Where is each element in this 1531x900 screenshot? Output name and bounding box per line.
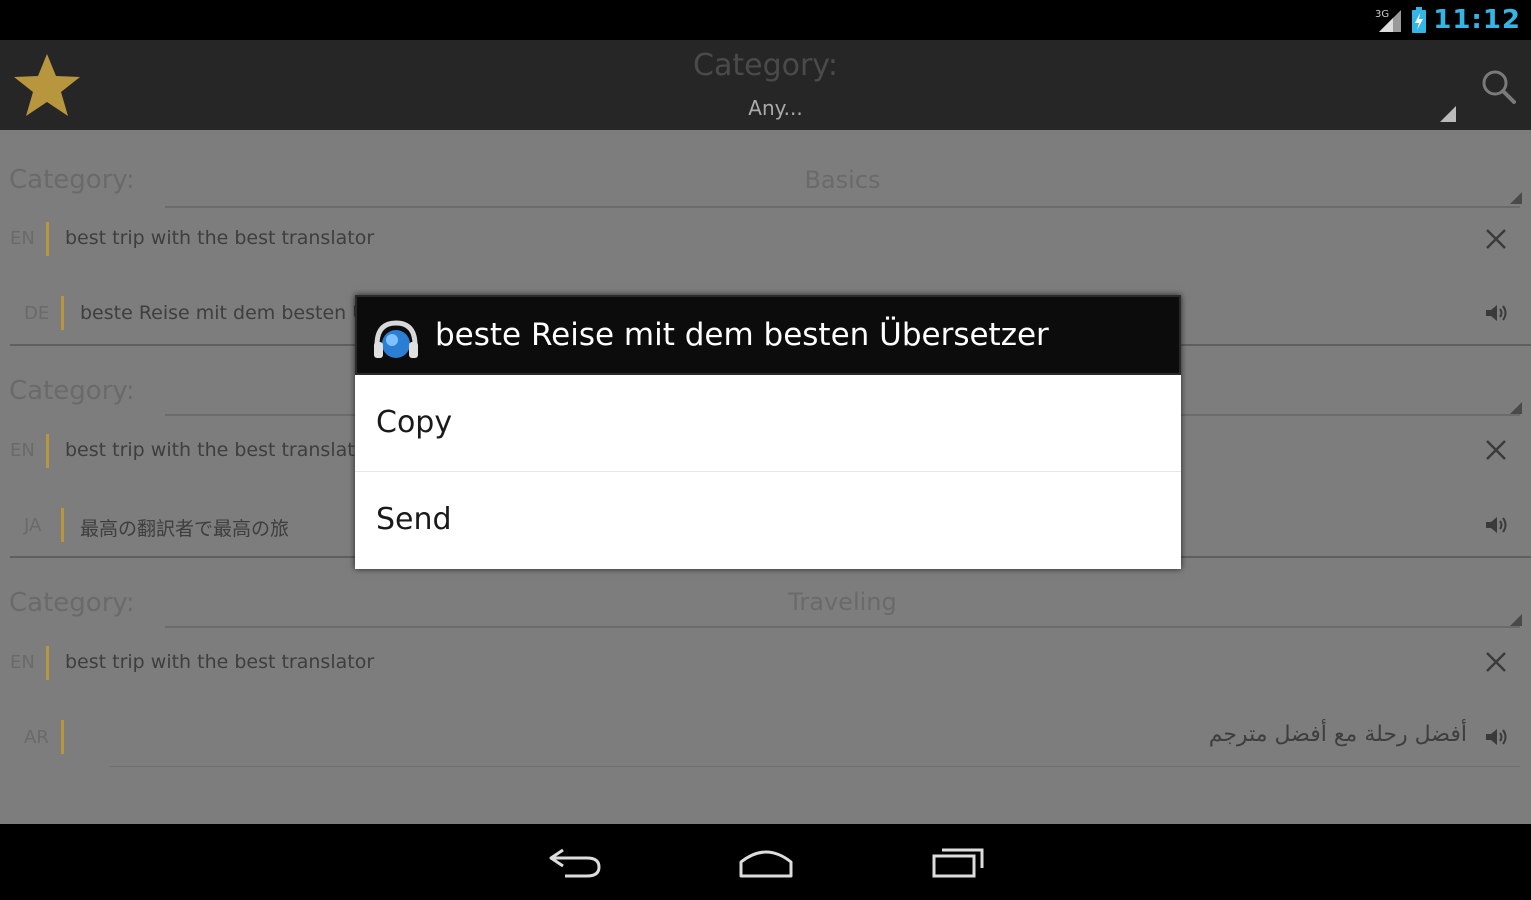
category-spinner-title[interactable]: Category:: [0, 48, 1531, 83]
close-icon[interactable]: [1484, 438, 1508, 462]
phrase-text[interactable]: beste Reise mit dem besten Ü: [80, 302, 366, 324]
dialog-title: beste Reise mit dem besten Übersetzer: [435, 317, 1049, 353]
lang-divider: [46, 434, 49, 468]
category-value[interactable]: Basics: [165, 166, 1520, 194]
speaker-icon[interactable]: [1484, 302, 1510, 324]
phrase-text[interactable]: أفضل رحلة مع أفضل مترجم: [1209, 722, 1467, 747]
recents-icon[interactable]: [926, 838, 992, 884]
spinner-corner-icon: [1510, 402, 1522, 414]
lang-code: EN: [10, 652, 35, 673]
menu-item-label: Copy: [376, 405, 453, 440]
phrase-text[interactable]: 最高の翻訳者で最高の旅: [80, 514, 289, 541]
category-label: Category:: [9, 165, 135, 195]
category-label: Category:: [9, 376, 135, 406]
action-bar: Category: Any...: [0, 40, 1531, 130]
close-icon[interactable]: [1484, 650, 1508, 674]
close-icon[interactable]: [1484, 227, 1508, 251]
signal-icon: 3G: [1375, 9, 1402, 32]
status-bar: 3G 11:12: [0, 0, 1531, 40]
search-icon[interactable]: [1478, 66, 1518, 106]
back-icon[interactable]: [543, 838, 609, 884]
status-clock: 11:12: [1433, 5, 1521, 35]
lang-divider: [46, 646, 49, 680]
category-label: Category:: [9, 588, 135, 618]
phrase-text[interactable]: best trip with the best translato: [65, 439, 366, 461]
lang-code: EN: [10, 228, 35, 249]
spinner-corner-icon: [1510, 192, 1522, 204]
lang-divider: [46, 222, 49, 256]
phrase-text[interactable]: best trip with the best translator: [65, 651, 374, 673]
menu-item-copy[interactable]: Copy: [355, 375, 1181, 471]
lang-code: AR: [24, 727, 49, 748]
dialog-header: beste Reise mit dem besten Übersetzer: [355, 295, 1181, 375]
headphones-globe-icon: [374, 320, 418, 358]
card-divider: [110, 766, 1520, 767]
home-icon[interactable]: [733, 838, 799, 884]
phrase-card: Category: Traveling EN best trip with th…: [0, 554, 1531, 767]
category-value[interactable]: Traveling: [165, 588, 1520, 616]
lang-code: JA: [24, 515, 42, 536]
lang-divider: [61, 508, 64, 542]
lang-code: EN: [10, 440, 35, 461]
lang-divider: [61, 720, 64, 754]
context-menu-dialog: beste Reise mit dem besten Übersetzer Co…: [355, 295, 1181, 569]
spinner-corner-icon: [1510, 614, 1522, 626]
navigation-bar: [0, 824, 1531, 900]
menu-item-label: Send: [376, 502, 452, 537]
category-underline: [165, 206, 1520, 208]
menu-item-send[interactable]: Send: [355, 472, 1181, 568]
status-icons: 3G 11:12: [1375, 4, 1521, 36]
category-underline: [165, 626, 1520, 628]
speaker-icon[interactable]: [1484, 726, 1510, 748]
spinner-corner-icon: [1440, 106, 1456, 122]
battery-icon: [1412, 7, 1427, 33]
lang-code: DE: [24, 303, 50, 324]
speaker-icon[interactable]: [1484, 514, 1510, 536]
lang-divider: [61, 296, 64, 330]
category-spinner-value[interactable]: Any...: [0, 96, 1531, 120]
phrase-text[interactable]: best trip with the best translator: [65, 227, 374, 249]
network-label: 3G: [1375, 9, 1389, 20]
